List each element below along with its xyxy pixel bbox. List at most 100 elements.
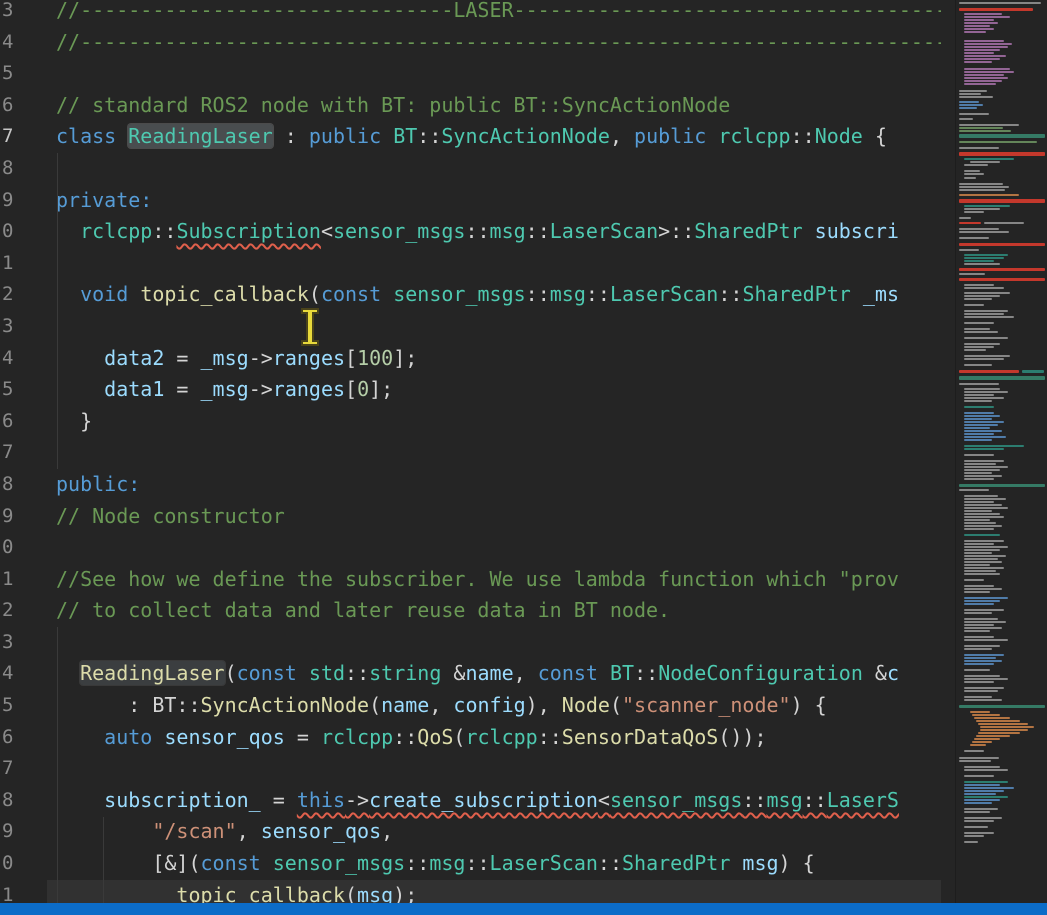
code-line[interactable]: 1//See how we define the subscriber. We … xyxy=(0,564,941,596)
minimap-row xyxy=(959,484,1045,487)
minimap-row xyxy=(964,696,992,698)
code-token: data2 xyxy=(104,346,164,370)
minimap-row xyxy=(964,433,994,435)
minimap-row xyxy=(964,331,998,333)
line-number[interactable]: 1 xyxy=(2,564,46,596)
minimap-row xyxy=(964,546,1008,548)
line-number[interactable]: 0 xyxy=(2,216,46,248)
code-line[interactable]: 3 xyxy=(0,627,941,659)
minimap-row xyxy=(959,118,973,120)
minimap-row xyxy=(964,328,990,330)
line-number[interactable]: 7 xyxy=(2,437,46,469)
code-line[interactable]: 5 : BT::SyncActionNode(name, config), No… xyxy=(0,690,941,722)
line-number[interactable]: 3 xyxy=(2,311,46,343)
line-number[interactable]: 0 xyxy=(2,532,46,564)
minimap-row xyxy=(964,71,1014,73)
minimap-row xyxy=(964,83,996,85)
minimap-row xyxy=(984,222,1024,224)
code-token: :: xyxy=(465,851,489,875)
line-number[interactable]: 8 xyxy=(2,469,46,501)
code-line[interactable]: 7 xyxy=(0,437,941,469)
code-line[interactable]: 6// standard ROS2 node with BT: public B… xyxy=(0,90,941,122)
minimap-row xyxy=(964,337,1008,339)
code-token: sensor_msgs xyxy=(333,219,465,243)
code-line[interactable]: 1 xyxy=(0,248,941,280)
code-line[interactable]: 0 [&](const sensor_msgs::msg::LaserScan:… xyxy=(0,848,941,880)
code-token: public xyxy=(634,124,706,148)
code-line[interactable]: 8 xyxy=(0,153,941,185)
minimap-row xyxy=(959,273,985,275)
line-number[interactable]: 3 xyxy=(2,627,46,659)
code-line[interactable]: 9private: xyxy=(0,185,941,217)
line-number[interactable]: 7 xyxy=(2,753,46,785)
line-number[interactable]: 0 xyxy=(2,848,46,880)
line-number[interactable]: 3 xyxy=(2,0,46,27)
minimap-row xyxy=(964,648,992,650)
code-token: BT xyxy=(610,661,634,685)
code-token: >:: xyxy=(658,219,694,243)
minimap-row xyxy=(964,663,994,665)
code-token: :: xyxy=(405,851,429,875)
code-line[interactable]: 3//-------------------------------LASER-… xyxy=(0,0,941,27)
code-line[interactable]: 4 data2 = _msg->ranges[100]; xyxy=(0,343,941,375)
line-number[interactable]: 9 xyxy=(2,501,46,533)
line-number[interactable]: 5 xyxy=(2,58,46,90)
code-line[interactable]: 8 subscription_ = this->create_subscript… xyxy=(0,785,941,817)
minimap-row xyxy=(964,811,990,813)
line-number[interactable]: 6 xyxy=(2,406,46,438)
minimap-row xyxy=(964,573,1000,575)
line-number[interactable]: 5 xyxy=(2,374,46,406)
code-line[interactable]: 0 rclcpp::Subscription<sensor_msgs::msg:… xyxy=(0,216,941,248)
line-number[interactable]: 7 xyxy=(2,121,46,153)
minimap-row xyxy=(964,826,988,828)
code-line[interactable]: 5 data1 = _msg->ranges[0]; xyxy=(0,374,941,406)
code-token xyxy=(116,124,128,148)
code-token xyxy=(381,124,393,148)
code-line[interactable]: 5 xyxy=(0,58,941,90)
line-number[interactable]: 4 xyxy=(2,658,46,690)
minimap-row xyxy=(959,228,999,230)
code-viewport[interactable]: 3//-------------------------------LASER-… xyxy=(0,0,941,903)
minimap[interactable] xyxy=(955,0,1047,903)
code-line[interactable]: 7 xyxy=(0,753,941,785)
minimap-row xyxy=(964,394,994,396)
code-line[interactable]: 4 ReadingLaser(const std::string &name, … xyxy=(0,658,941,690)
line-number[interactable]: 5 xyxy=(2,690,46,722)
line-number[interactable]: 1 xyxy=(2,880,46,903)
code-token: ReadingLaser xyxy=(80,661,225,685)
minimap-row xyxy=(964,793,996,795)
line-number[interactable]: 2 xyxy=(2,279,46,311)
code-line[interactable]: 2// to collect data and later reuse data… xyxy=(0,595,941,627)
code-token: QoS xyxy=(417,725,453,749)
code-line[interactable]: 7class ReadingLaser : public BT::SyncAct… xyxy=(0,121,941,153)
line-number[interactable]: 4 xyxy=(2,27,46,59)
line-number[interactable]: 9 xyxy=(2,816,46,848)
code-token: = xyxy=(164,346,200,370)
code-line[interactable]: 6 } xyxy=(0,406,941,438)
minimap-row xyxy=(964,699,1002,701)
line-number[interactable]: 9 xyxy=(2,185,46,217)
code-line[interactable]: 1 topic_callback(msg); xyxy=(0,880,941,903)
line-number[interactable]: 6 xyxy=(2,722,46,754)
line-number[interactable]: 4 xyxy=(2,343,46,375)
code-line[interactable]: 6 auto sensor_qos = rclcpp::QoS(rclcpp::… xyxy=(0,722,941,754)
line-number[interactable]: 1 xyxy=(2,248,46,280)
status-bar[interactable] xyxy=(0,903,1047,915)
line-number[interactable]: 8 xyxy=(2,153,46,185)
code-line[interactable]: 8public: xyxy=(0,469,941,501)
minimap-row xyxy=(964,421,1004,423)
line-number[interactable]: 6 xyxy=(2,90,46,122)
code-token: this xyxy=(297,788,345,812)
minimap-row xyxy=(964,310,1008,312)
code-line[interactable]: 3 xyxy=(0,311,941,343)
code-line[interactable]: 4//-------------------------------------… xyxy=(0,27,941,59)
code-line[interactable]: 9// Node constructor xyxy=(0,501,941,533)
minimap-row xyxy=(964,636,994,638)
minimap-row xyxy=(964,31,986,33)
line-number[interactable]: 8 xyxy=(2,785,46,817)
code-line[interactable]: 0 xyxy=(0,532,941,564)
line-number[interactable]: 2 xyxy=(2,595,46,627)
code-line[interactable]: 9 "/scan", sensor_qos, xyxy=(0,816,941,848)
code-token: _msg xyxy=(201,377,249,401)
code-line[interactable]: 2 void topic_callback(const sensor_msgs:… xyxy=(0,279,941,311)
